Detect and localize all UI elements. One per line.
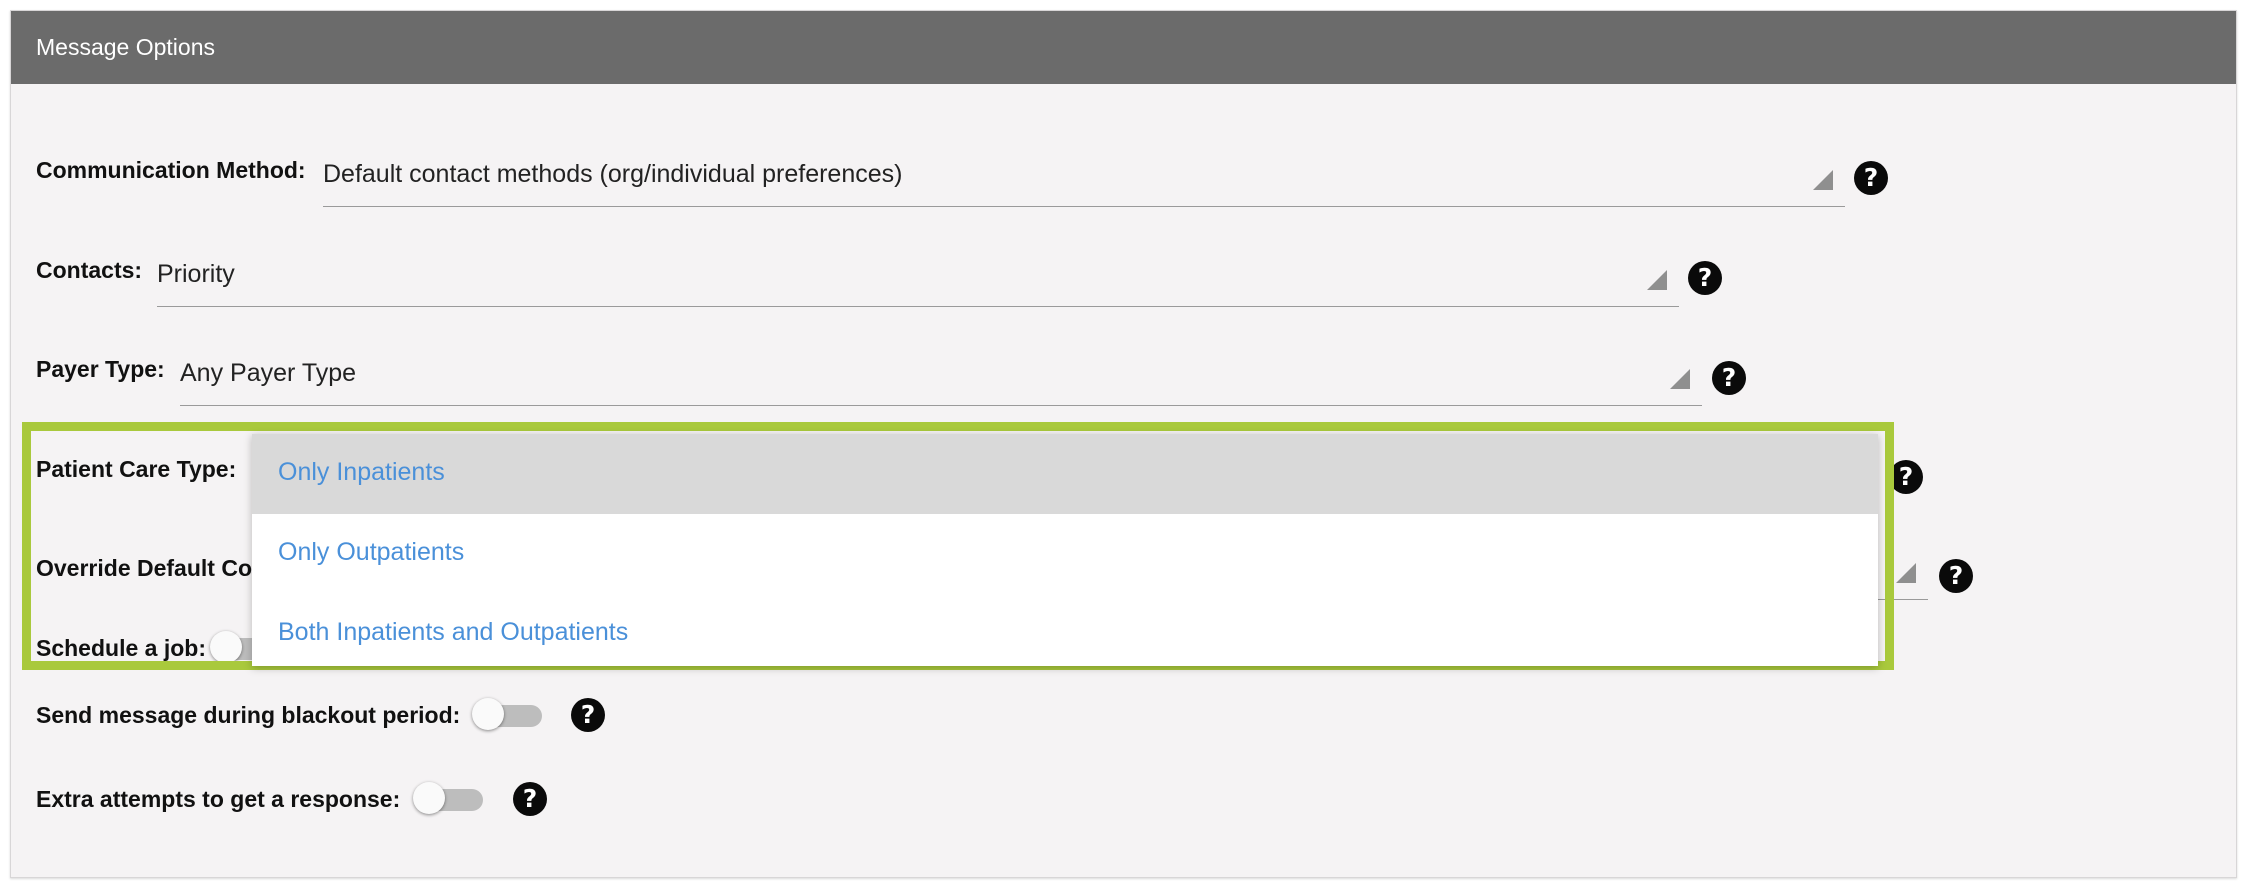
payer-type-help-icon[interactable]: ? bbox=[1712, 361, 1746, 395]
communication-method-help-icon[interactable]: ? bbox=[1854, 161, 1888, 195]
dropdown-arrow-icon bbox=[1670, 369, 1690, 389]
payer-type-value: Any Payer Type bbox=[180, 359, 357, 387]
contacts-select[interactable]: Priority bbox=[157, 256, 1679, 307]
patient-care-type-help-icon[interactable]: ? bbox=[1889, 460, 1923, 494]
contacts-help-icon[interactable]: ? bbox=[1688, 261, 1722, 295]
dropdown-arrow-icon bbox=[1647, 270, 1667, 290]
payer-type-select[interactable]: Any Payer Type bbox=[180, 355, 1702, 406]
blackout-toggle[interactable] bbox=[472, 698, 542, 730]
patient-care-type-dropdown: Only Inpatients Only Outpatients Both In… bbox=[252, 434, 1878, 666]
panel-title: Message Options bbox=[36, 34, 215, 60]
dropdown-option-label: Only Outpatients bbox=[278, 538, 465, 566]
communication-method-label: Communication Method: bbox=[36, 157, 306, 183]
dropdown-option-both[interactable]: Both Inpatients and Outpatients bbox=[252, 594, 1878, 674]
extra-attempts-label: Extra attempts to get a response: bbox=[36, 786, 401, 812]
blackout-label: Send message during blackout period: bbox=[36, 702, 461, 728]
contacts-label: Contacts: bbox=[36, 257, 143, 283]
dropdown-option-only-outpatients[interactable]: Only Outpatients bbox=[252, 514, 1878, 594]
dropdown-option-label: Both Inpatients and Outpatients bbox=[278, 618, 629, 646]
communication-method-value: Default contact methods (org/individual … bbox=[323, 160, 903, 188]
panel-header: Message Options bbox=[11, 11, 2236, 84]
toggle-thumb bbox=[413, 782, 445, 814]
toggle-thumb bbox=[472, 698, 504, 730]
extra-attempts-help-icon[interactable]: ? bbox=[513, 782, 547, 816]
dropdown-option-only-inpatients[interactable]: Only Inpatients bbox=[252, 434, 1878, 514]
communication-method-select[interactable]: Default contact methods (org/individual … bbox=[323, 156, 1845, 207]
override-default-help-icon[interactable]: ? bbox=[1939, 559, 1973, 593]
dropdown-option-label: Only Inpatients bbox=[278, 458, 445, 486]
extra-attempts-toggle[interactable] bbox=[413, 782, 483, 814]
dropdown-arrow-icon bbox=[1896, 563, 1916, 583]
contacts-value: Priority bbox=[157, 260, 235, 288]
dropdown-arrow-icon bbox=[1813, 170, 1833, 190]
payer-type-label: Payer Type: bbox=[36, 356, 165, 382]
blackout-help-icon[interactable]: ? bbox=[571, 698, 605, 732]
